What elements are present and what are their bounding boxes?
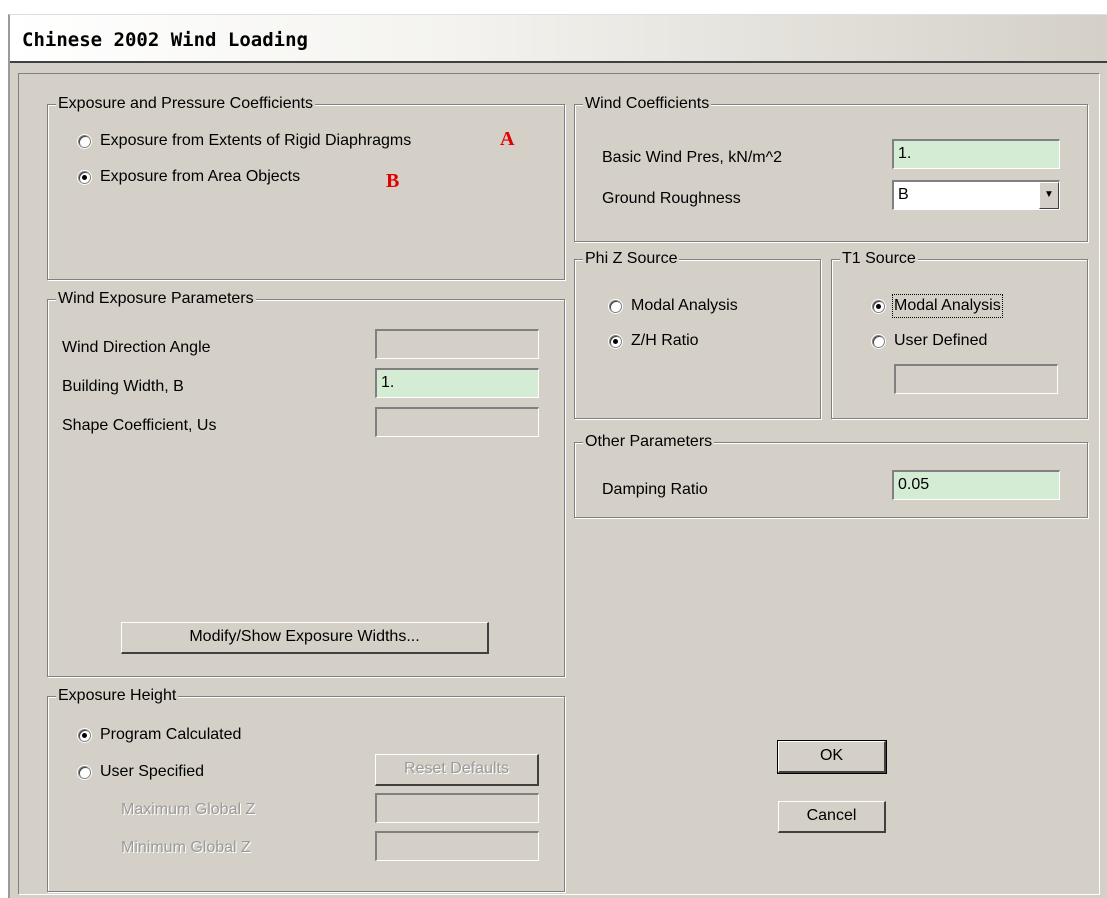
chevron-down-icon[interactable]: ▼	[1039, 182, 1059, 209]
label-t1-user-defined[interactable]: User Defined	[894, 331, 987, 351]
basic-wind-pressure-field[interactable]: 1.	[892, 139, 1060, 169]
cancel-button[interactable]: Cancel	[778, 801, 886, 833]
min-global-z-field[interactable]	[375, 831, 539, 861]
radio-program-calculated[interactable]	[78, 729, 91, 742]
ok-button[interactable]: OK	[777, 740, 887, 774]
exposure-coefficients-legend: Exposure and Pressure Coefficients	[56, 94, 315, 114]
label-max-global-z: Maximum Global Z	[121, 801, 256, 818]
wind-coefficients-legend: Wind Coefficients	[583, 94, 712, 114]
label-ground-roughness: Ground Roughness	[602, 190, 741, 207]
ground-roughness-select[interactable]: B ▼	[892, 180, 1060, 210]
modify-exposure-widths-button[interactable]: Modify/Show Exposure Widths...	[121, 622, 489, 654]
annotation-b: B	[386, 170, 400, 192]
t1-source-legend: T1 Source	[840, 249, 918, 269]
label-shape-coefficient: Shape Coefficient, Us	[62, 417, 217, 434]
label-building-width: Building Width, B	[62, 378, 184, 395]
damping-ratio-field[interactable]: 0.05	[892, 470, 1060, 500]
dialog-title: Chinese 2002 Wind Loading	[22, 29, 308, 51]
radio-t1-user-defined[interactable]	[872, 335, 885, 348]
radio-user-specified[interactable]	[78, 766, 91, 779]
radio-exposure-area-objects[interactable]	[78, 171, 91, 184]
building-width-field[interactable]: 1.	[375, 368, 539, 398]
label-phiz-zh-ratio[interactable]: Z/H Ratio	[631, 331, 699, 351]
annotation-a: A	[500, 128, 515, 150]
t1-user-defined-field[interactable]	[894, 364, 1058, 394]
wind-exposure-legend: Wind Exposure Parameters	[56, 289, 256, 309]
radio-exposure-diaphragms[interactable]	[78, 135, 91, 148]
label-program-calculated[interactable]: Program Calculated	[100, 725, 241, 745]
radio-t1-modal-analysis[interactable]	[872, 300, 885, 313]
phiz-source-legend: Phi Z Source	[583, 249, 680, 269]
radio-phiz-modal-analysis[interactable]	[609, 300, 622, 313]
label-t1-modal-analysis[interactable]: Modal Analysis	[892, 294, 1003, 318]
label-user-specified[interactable]: User Specified	[100, 762, 204, 782]
label-min-global-z: Minimum Global Z	[121, 839, 251, 856]
label-basic-wind-pressure: Basic Wind Pres, kN/m^2	[602, 149, 782, 166]
label-exposure-area-objects[interactable]: Exposure from Area Objects	[100, 167, 300, 187]
wind-loading-dialog: Chinese 2002 Wind Loading Exposure and P…	[8, 14, 1107, 898]
exposure-height-legend: Exposure Height	[56, 686, 179, 706]
wind-coefficients-group: Wind Coefficients	[574, 94, 1088, 242]
ground-roughness-value: B	[898, 186, 909, 203]
wind-direction-field[interactable]	[375, 329, 539, 359]
dialog-client-area: Exposure and Pressure Coefficients Expos…	[18, 73, 1100, 895]
label-exposure-diaphragms[interactable]: Exposure from Extents of Rigid Diaphragm…	[100, 131, 411, 151]
label-phiz-modal-analysis[interactable]: Modal Analysis	[631, 296, 738, 316]
max-global-z-field[interactable]	[375, 793, 539, 823]
other-parameters-legend: Other Parameters	[583, 432, 715, 452]
radio-phiz-zh-ratio[interactable]	[609, 335, 622, 348]
label-damping-ratio: Damping Ratio	[602, 481, 708, 498]
label-wind-direction: Wind Direction Angle	[62, 339, 211, 356]
title-bar[interactable]: Chinese 2002 Wind Loading	[10, 15, 1107, 63]
shape-coefficient-field[interactable]	[375, 407, 539, 437]
reset-defaults-button[interactable]: Reset Defaults	[375, 754, 539, 786]
